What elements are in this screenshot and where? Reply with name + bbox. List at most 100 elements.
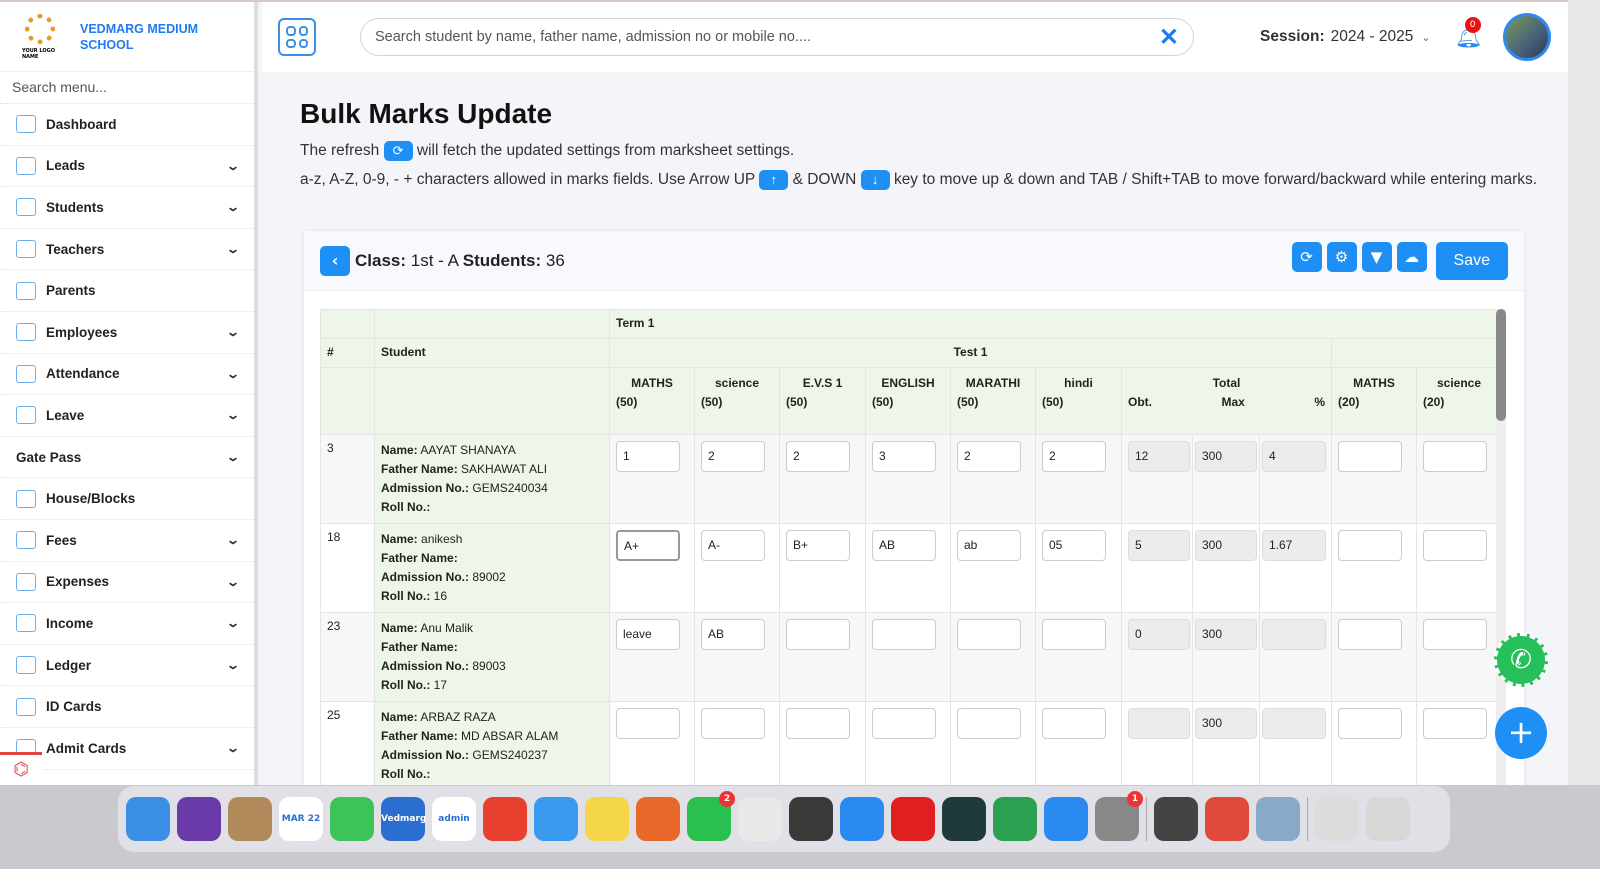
arrow-down-icon: ↓ <box>860 169 890 190</box>
dock-anydesk-icon[interactable] <box>483 797 527 841</box>
keys-note: a-z, A-Z, 0-9, - + characters allowed in… <box>300 169 1538 190</box>
student-search-input[interactable]: Search student by name, father name, adm… <box>360 18 1194 56</box>
marks-input[interactable] <box>786 708 850 739</box>
marks-input[interactable]: B+ <box>786 530 850 561</box>
marks-card: ‹ Class: 1st - A Students: 36 ⟳ ⚙ ▼ ☁ Sa… <box>304 231 1524 785</box>
sidebar-item-leads[interactable]: Leads ⌄ <box>0 146 254 188</box>
marks-input[interactable]: 05 <box>1042 530 1106 561</box>
marks-input[interactable] <box>1042 619 1106 650</box>
dock-pen-icon[interactable] <box>993 797 1037 841</box>
marks-input[interactable] <box>1338 530 1402 561</box>
dock-calendar-icon[interactable]: MAR 22 <box>279 797 323 841</box>
laravel-debug-icon[interactable]: ⌬ <box>0 752 42 785</box>
sidebar-item-house-blocks[interactable]: House/Blocks <box>0 478 254 520</box>
save-button[interactable]: Save <box>1435 241 1508 280</box>
marks-input[interactable] <box>1042 708 1106 739</box>
dock-vedmarg-admin-icon[interactable]: admin <box>432 797 476 841</box>
row-number: 3 <box>320 434 375 524</box>
sidebar-item-students[interactable]: Students ⌄ <box>0 187 254 229</box>
dock-opera-icon[interactable] <box>891 797 935 841</box>
marks-input[interactable] <box>616 708 680 739</box>
marks-input[interactable]: A- <box>701 530 765 561</box>
marks-input[interactable] <box>1338 619 1402 650</box>
marks-input[interactable]: 2 <box>1042 441 1106 472</box>
marks-input[interactable]: 3 <box>872 441 936 472</box>
marks-input[interactable]: 1 <box>616 441 680 472</box>
marks-input[interactable] <box>1338 441 1402 472</box>
dock-vedmarg-icon[interactable]: Vedmarg <box>381 797 426 841</box>
dock-siri-icon[interactable] <box>177 797 221 841</box>
dock-quicktime-icon[interactable] <box>1154 797 1198 841</box>
dock-trash-icon[interactable] <box>1366 797 1410 841</box>
marks-input[interactable] <box>957 619 1021 650</box>
whatsapp-button[interactable]: ✆ <box>1494 633 1548 687</box>
marks-input[interactable]: ab <box>957 530 1021 561</box>
marks-input[interactable] <box>1423 530 1487 561</box>
marks-input[interactable] <box>957 708 1021 739</box>
marks-input[interactable] <box>701 708 765 739</box>
dock-safari-icon[interactable] <box>840 797 884 841</box>
dock-notes-icon[interactable] <box>585 797 629 841</box>
dock-sublime-icon[interactable] <box>789 797 833 841</box>
sidebar-item-id-cards[interactable]: ID Cards <box>0 686 254 728</box>
marks-input[interactable] <box>1423 619 1487 650</box>
dock-contacts-icon[interactable] <box>228 797 272 841</box>
sidebar-item-dashboard[interactable]: Dashboard <box>0 104 254 146</box>
sidebar-item-fees[interactable]: Fees ⌄ <box>0 520 254 562</box>
back-button[interactable]: ‹ <box>320 245 350 276</box>
page-scrollbar[interactable] <box>1568 0 1600 785</box>
marks-input[interactable] <box>872 619 936 650</box>
sidebar-item-expenses[interactable]: Expenses ⌄ <box>0 562 254 604</box>
row-number: 18 <box>320 523 375 613</box>
session-select[interactable]: Session: 2024 - 2025 ⌄ <box>1260 28 1431 46</box>
arrow-up-icon: ↑ <box>759 169 789 190</box>
sidebar-item-attendance[interactable]: Attendance ⌄ <box>0 354 254 396</box>
sidebar-item-teachers[interactable]: Teachers ⌄ <box>0 229 254 271</box>
dock-finder-icon[interactable] <box>126 797 170 841</box>
chevron-down-icon: ⌄ <box>225 658 241 673</box>
attendance-icon <box>16 364 36 383</box>
dock-whatsapp-icon[interactable]: 2 <box>687 791 735 841</box>
leave-icon <box>16 406 36 425</box>
user-avatar[interactable] <box>1502 13 1551 61</box>
macos-dock: MAR 22 Vedmarg admin 2 1 <box>118 786 1450 852</box>
sidebar-item-parents[interactable]: Parents <box>0 270 254 312</box>
sidebar-item-income[interactable]: Income ⌄ <box>0 603 254 645</box>
dock-facetime-icon[interactable] <box>330 797 374 841</box>
menu-search-input[interactable]: Search menu... <box>0 72 254 104</box>
add-button[interactable]: + <box>1495 707 1547 759</box>
marks-input[interactable] <box>786 619 850 650</box>
brand[interactable]: YOUR LOGO NAME VEDMARG MEDIUM SCHOOL <box>0 2 254 72</box>
dock-app-store-icon[interactable] <box>1044 797 1088 841</box>
dock-filmora-icon[interactable] <box>942 797 986 841</box>
marks-input[interactable]: 2 <box>957 441 1021 472</box>
marks-input[interactable] <box>1423 708 1487 739</box>
marks-input[interactable] <box>872 708 936 739</box>
marks-input[interactable] <box>1423 441 1487 472</box>
marks-input[interactable]: AB <box>701 619 765 650</box>
filter-button[interactable]: ▼ <box>1361 241 1392 272</box>
dock-chrome-icon[interactable] <box>738 797 782 841</box>
marks-input[interactable] <box>1338 708 1402 739</box>
marks-input[interactable]: 2 <box>786 441 850 472</box>
dock-preview-icon[interactable] <box>1256 797 1300 841</box>
dock-mail-icon[interactable] <box>534 797 578 841</box>
apps-grid-button[interactable] <box>278 18 316 56</box>
clear-search-icon[interactable]: ✕ <box>1159 23 1179 52</box>
settings-button[interactable]: ⚙ <box>1326 241 1357 272</box>
upload-button[interactable]: ☁ <box>1396 241 1427 272</box>
marks-input[interactable]: A+ <box>616 530 680 561</box>
dock-system-settings-icon[interactable]: 1 <box>1095 791 1143 841</box>
sidebar-item-employees[interactable]: Employees ⌄ <box>0 312 254 354</box>
marks-input[interactable]: 2 <box>701 441 765 472</box>
bell-icon[interactable]: 🔔︎ 0 <box>1455 16 1483 50</box>
marks-input[interactable]: leave <box>616 619 680 650</box>
sidebar-item-gate-pass[interactable]: Gate Pass ⌄ <box>0 437 254 479</box>
dock-firefox-icon[interactable] <box>636 797 680 841</box>
sidebar-item-leave[interactable]: Leave ⌄ <box>0 395 254 437</box>
dock-scanner-icon[interactable] <box>1315 797 1359 841</box>
sidebar-item-ledger[interactable]: Ledger ⌄ <box>0 645 254 687</box>
marks-input[interactable]: AB <box>872 530 936 561</box>
refresh-button[interactable]: ⟳ <box>1291 241 1322 272</box>
dock-remote-desktop-icon[interactable] <box>1205 797 1249 841</box>
